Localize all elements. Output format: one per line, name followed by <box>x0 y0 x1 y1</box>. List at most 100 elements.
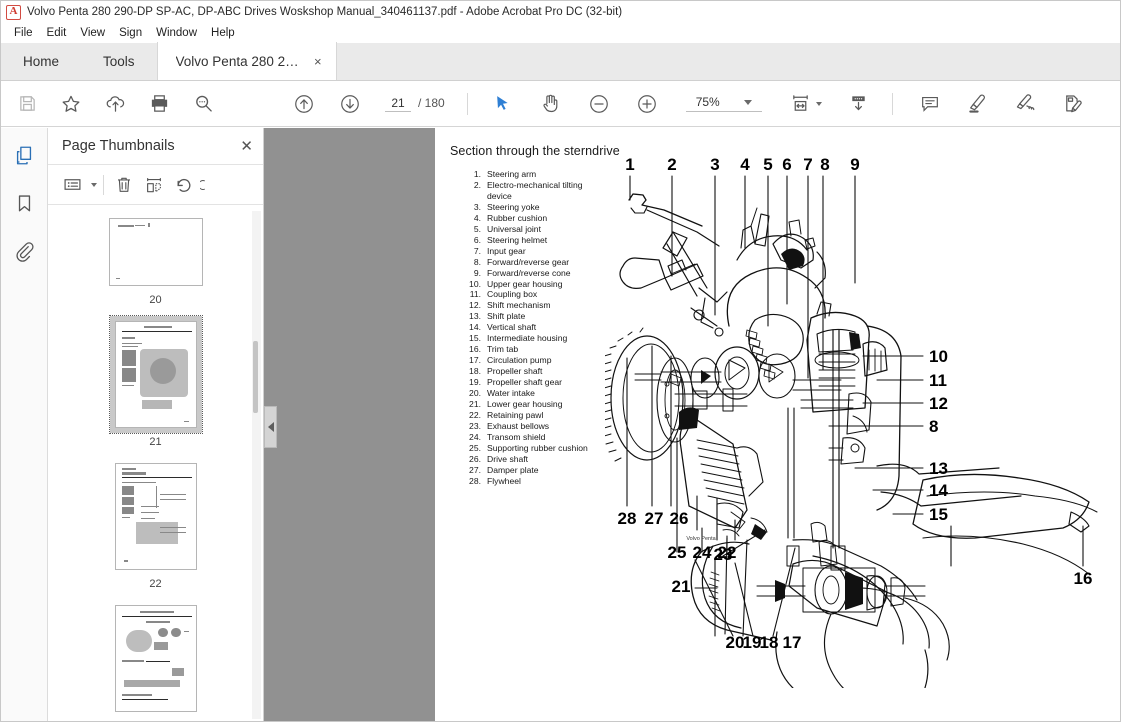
list-item: 3. Steering yoke <box>463 202 588 213</box>
item-number: 18. <box>469 366 481 377</box>
menu-file[interactable]: File <box>7 25 40 41</box>
menu-edit[interactable]: Edit <box>40 25 74 41</box>
thumbnail-frame <box>110 458 202 575</box>
callout-3: 3 <box>710 155 719 174</box>
highlight-icon[interactable] <box>965 91 991 117</box>
menu-window[interactable]: Window <box>149 25 204 41</box>
callout-6: 6 <box>782 155 791 174</box>
callout-8b: 8 <box>929 417 938 436</box>
menu-help[interactable]: Help <box>204 25 242 41</box>
thumbnail-options-chevron-icon[interactable] <box>91 182 97 187</box>
thumbnail-item[interactable]: 22 <box>48 458 263 590</box>
zoom-level-selector[interactable]: 75% <box>685 95 762 112</box>
document-viewport[interactable]: Section through the sterndrive 1. Steerin… <box>264 128 1120 721</box>
previous-page-icon[interactable] <box>291 91 317 117</box>
delete-pages-icon[interactable] <box>110 171 138 199</box>
item-number: 17. <box>469 355 481 366</box>
callout-2: 2 <box>667 155 676 174</box>
item-label: Propeller shaft <box>487 366 543 377</box>
zoom-in-icon[interactable] <box>634 91 660 117</box>
item-label: Shift plate <box>487 311 526 322</box>
item-label: Rubber cushion <box>487 212 548 223</box>
page-number-input[interactable]: 21 <box>385 96 411 112</box>
fill-and-sign-icon[interactable] <box>1061 91 1087 117</box>
next-page-icon[interactable] <box>337 91 363 117</box>
item-label: Transom shield <box>487 431 546 442</box>
thumbnail-item[interactable]: 21 <box>48 315 263 448</box>
menu-view[interactable]: View <box>73 25 112 41</box>
thumbnail-preview <box>114 463 197 570</box>
attachments-icon[interactable] <box>11 238 37 264</box>
item-label: Coupling box <box>487 289 538 300</box>
zoom-out-icon[interactable] <box>586 91 612 117</box>
tab-tools[interactable]: Tools <box>81 42 157 80</box>
chevron-left-icon <box>267 422 274 432</box>
list-item: 23. Exhaust bellows <box>463 421 588 432</box>
thumbnail-item[interactable]: 20 <box>48 213 263 306</box>
thumbnail-options-icon[interactable] <box>58 171 86 199</box>
thumbnail-scrollbar-thumb[interactable] <box>253 341 258 413</box>
list-item: 20. Water intake <box>463 388 588 399</box>
callout-18: 18 <box>760 633 779 652</box>
item-number: 7. <box>473 245 481 256</box>
item-label: Supporting rubber cushion <box>487 442 588 453</box>
thumbnail-preview <box>114 605 197 712</box>
comment-icon[interactable] <box>917 91 943 117</box>
item-label: Drive shaft <box>487 453 529 464</box>
menu-sign[interactable]: Sign <box>112 25 149 41</box>
thumbnail-preview <box>108 218 203 286</box>
item-label: Forward/reverse gear <box>487 256 570 267</box>
rotate-counterclockwise-icon[interactable] <box>170 171 198 199</box>
callout-7: 7 <box>803 155 812 174</box>
sign-icon[interactable] <box>1013 91 1039 117</box>
item-label: Water intake <box>487 388 535 399</box>
title-bar: Volvo Penta 280 290-DP SP-AC, DP-ABC Dri… <box>1 1 1120 23</box>
tab-close-icon[interactable]: × <box>314 55 322 68</box>
star-icon[interactable] <box>58 91 84 117</box>
item-number: 25. <box>469 442 481 453</box>
item-label: Vertical shaft <box>487 322 537 333</box>
extract-pages-icon[interactable] <box>140 171 168 199</box>
thumbnail-frame <box>104 213 208 291</box>
tab-home[interactable]: Home <box>1 42 81 80</box>
item-number: 8. <box>473 256 481 267</box>
cloud-upload-icon[interactable] <box>102 91 128 117</box>
thumbnail-item[interactable] <box>48 600 263 720</box>
tab-strip: Home Tools Volvo Penta 280 29... × <box>1 42 1120 81</box>
print-icon[interactable] <box>146 91 172 117</box>
fit-width-chevron-icon[interactable] <box>815 101 822 106</box>
search-icon[interactable] <box>190 91 216 117</box>
item-label: Steering helmet <box>487 234 548 245</box>
item-label: Electro-mechanical tilting <box>487 179 583 190</box>
fit-width-icon[interactable] <box>788 91 814 117</box>
item-label: Circulation pump <box>487 355 552 366</box>
list-item: 4. Rubber cushion <box>463 213 588 224</box>
close-icon[interactable]: ✕ <box>240 137 253 155</box>
callout-11: 11 <box>929 371 947 390</box>
toolbar-divider-2 <box>891 92 893 115</box>
page-display-icon[interactable] <box>846 91 872 117</box>
thumbnail-list[interactable]: 20 21 22 <box>48 205 263 721</box>
page-thumbnails-icon[interactable] <box>11 142 37 168</box>
thumbnail-scrollbar[interactable] <box>252 211 261 719</box>
menu-bar: File Edit View Sign Window Help <box>1 23 1120 43</box>
callout-21: 21 <box>672 577 691 596</box>
tab-document[interactable]: Volvo Penta 280 29... × <box>156 42 337 80</box>
item-number: 16. <box>469 344 481 355</box>
select-tool-icon[interactable] <box>490 91 516 117</box>
list-item: 18. Propeller shaft <box>463 366 588 377</box>
panel-toolbar <box>48 165 263 205</box>
hand-tool-icon[interactable] <box>538 91 564 117</box>
item-label: Exhaust bellows <box>487 420 550 431</box>
item-number: 6. <box>473 234 481 245</box>
collapse-panel-handle[interactable] <box>264 406 277 448</box>
bookmarks-icon[interactable] <box>11 190 37 216</box>
save-icon[interactable] <box>14 91 40 117</box>
page-navigation: 21 / 180 <box>385 96 445 112</box>
sterndrive-section-diagram: 1 2 3 4 5 6 7 8 9 10 11 12 8 13 14 15 28… <box>605 148 1115 688</box>
rotate-clockwise-icon[interactable] <box>200 171 214 199</box>
page-total-label: / 180 <box>418 95 445 110</box>
chevron-down-icon[interactable] <box>743 99 752 105</box>
page-thumbnails-panel: Page Thumbnails ✕ 20 21 22 <box>48 128 264 721</box>
list-item: 8. Forward/reverse gear <box>463 257 588 268</box>
